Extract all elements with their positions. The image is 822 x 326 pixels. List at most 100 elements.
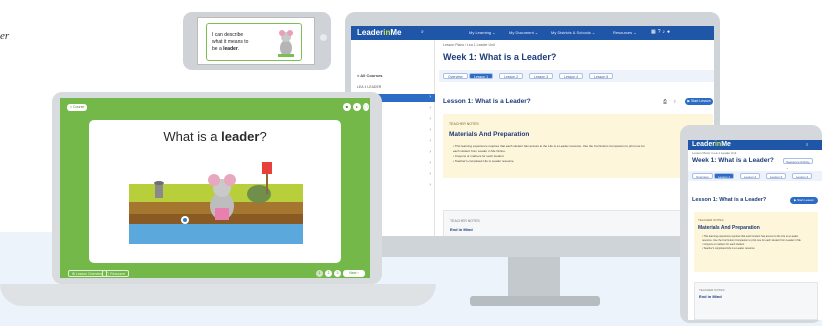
- tab-lesson2[interactable]: Lesson 2: [499, 73, 524, 79]
- monitor-screen: LeaderinMe ⌕ My Learning ⌄ My Document ⌄…: [351, 26, 714, 236]
- end-in-mind-card: TEACHER NOTES End in Mind: [443, 210, 713, 236]
- tab-lesson5[interactable]: Lesson 5: [589, 73, 614, 79]
- tab-lesson1[interactable]: Lesson 1: [469, 73, 494, 79]
- laptop-base: [0, 284, 436, 306]
- leader-in-me-logo[interactable]: LeaderinMe: [692, 141, 731, 148]
- chevron-right-icon: ›: [429, 94, 431, 100]
- teacher-notes-tag: TEACHER NOTES: [450, 219, 480, 223]
- materials-line: • This learning experience requires that…: [453, 144, 645, 148]
- phone-card-leader-word: leader: [223, 46, 238, 52]
- lesson-content: Lesson Plans / Lea 1 Leader Unit Week 1:…: [435, 40, 714, 236]
- lesson-overview-button[interactable]: ⊞ Lesson Overview: [68, 270, 107, 277]
- materials-title: Materials And Preparation: [698, 225, 760, 231]
- page-title: Week 1: What is a Leader?: [443, 52, 557, 62]
- page-indicator-2[interactable]: 2: [325, 270, 332, 277]
- nav-icons: ▦?♪●: [651, 29, 672, 35]
- chevron-right-icon: ›: [429, 138, 431, 144]
- phone-card-line3-prefix: be a: [212, 46, 224, 52]
- menu-icon[interactable]: ≡: [806, 142, 808, 147]
- end-in-mind-card: TEACHER NOTES End in Mind: [694, 282, 818, 320]
- back-to-course-button[interactable]: < Course: [67, 104, 88, 111]
- slide-title: What is a leader?: [89, 129, 341, 144]
- breadcrumb[interactable]: Lesson Plans / Lea 1 Leader Unit: [692, 151, 736, 155]
- edge-text: er: [0, 30, 10, 42]
- materials-line: • This learning experience requires that…: [702, 235, 799, 238]
- logo-me: Me: [390, 28, 402, 37]
- end-in-mind-title: End in Mind: [450, 227, 473, 232]
- tablet-lesson-tabs: Overview Lesson 1 Lesson 2 Lesson 3 Less…: [688, 171, 822, 181]
- end-in-mind-title: End in Mind: [699, 294, 722, 299]
- chevron-right-icon: ›: [429, 182, 431, 188]
- page-title: Week 1: What is a Leader?: [692, 157, 774, 164]
- monitor-device: LeaderinMe ⌕ My Learning ⌄ My Document ⌄…: [345, 12, 720, 257]
- start-lesson-button[interactable]: ▶ Start Lesson: [685, 98, 713, 105]
- laptop-screen: < Course ■ ▸ ⛶ What is a leader? ⊞ Lesso…: [60, 98, 370, 278]
- tab-lesson3[interactable]: Lesson 3: [766, 173, 787, 179]
- materials-line: resource. Use the Curriculum Companion t…: [702, 239, 801, 242]
- logo-leader: Leader: [357, 28, 384, 37]
- grid-icon[interactable]: ■: [343, 103, 351, 111]
- tab-overview[interactable]: Overview: [443, 73, 468, 79]
- share-icon[interactable]: ⇪: [673, 99, 676, 104]
- grid-icon[interactable]: ▦: [651, 29, 658, 35]
- chevron-right-icon: ›: [429, 149, 431, 155]
- chevron-right-icon: ›: [429, 171, 431, 177]
- next-button[interactable]: Next ›: [343, 270, 365, 277]
- monitor-neck: [508, 257, 560, 299]
- page-indicator-1[interactable]: 1: [316, 270, 323, 277]
- leader-mouse-illustration-icon: [129, 162, 303, 244]
- tablet-navbar: LeaderinMe ≡: [688, 140, 822, 150]
- sequence-select[interactable]: Sequence Activity ⌄: [783, 158, 813, 170]
- tab-lesson3[interactable]: Lesson 3: [529, 73, 554, 79]
- user-avatar-icon[interactable]: ●: [667, 29, 672, 35]
- monitor-foot: [470, 296, 600, 306]
- phone-home-button[interactable]: [320, 34, 327, 41]
- fullscreen-icon[interactable]: ⛶: [363, 103, 369, 111]
- nav-my-learning[interactable]: My Learning ⌄: [469, 30, 495, 35]
- nav-my-document[interactable]: My Document ⌄: [509, 30, 538, 35]
- teacher-notes-tag: TEACHER NOTES: [699, 288, 725, 292]
- nav-districts-schools[interactable]: My Districts & Schools ⌄: [551, 30, 595, 35]
- materials-title: Materials And Preparation: [449, 131, 530, 138]
- top-navbar: LeaderinMe ⌕ My Learning ⌄ My Document ⌄…: [351, 26, 714, 40]
- logo-leader: Leader: [692, 141, 715, 148]
- chevron-right-icon: ›: [429, 116, 431, 122]
- phone-card[interactable]: I can describe what it means to be a lea…: [206, 23, 302, 61]
- tab-lesson1[interactable]: Lesson 1: [714, 173, 735, 179]
- phone-card-text: I can describe what it means to be a lea…: [212, 32, 262, 53]
- tab-lesson4[interactable]: Lesson 4: [792, 173, 813, 179]
- chevron-right-icon: ›: [429, 105, 431, 111]
- tab-lesson2[interactable]: Lesson 2: [740, 173, 761, 179]
- slide-title-prefix: What is a: [163, 129, 222, 144]
- page-indicator-3[interactable]: 3: [334, 270, 341, 277]
- teacher-notes-card: TEACHER NOTES Materials And Preparation …: [443, 114, 713, 178]
- logo-me: Me: [721, 141, 731, 148]
- materials-line: • Crayons or markers for each student: [453, 154, 504, 158]
- tab-overview[interactable]: Overview: [692, 173, 713, 179]
- resource-button[interactable]: ▢ Resource: [102, 270, 130, 277]
- tab-lesson4[interactable]: Lesson 4: [559, 73, 584, 79]
- lesson-tabs: Overview Lesson 1 Lesson 2 Lesson 3 Less…: [439, 70, 714, 82]
- breadcrumb[interactable]: Lesson Plans / Lea 1 Leader Unit: [443, 43, 495, 47]
- lesson-title: Lesson 1: What is a Leader?: [692, 197, 767, 203]
- nav-resources[interactable]: Resources ⌄: [613, 30, 637, 35]
- materials-line: • Teacher's completed Life is a Leader r…: [702, 247, 755, 250]
- tablet-screen: LeaderinMe ≡ Lesson Plans / Lea 1 Leader…: [688, 140, 822, 320]
- all-courses-link[interactable]: < All Courses: [351, 73, 435, 81]
- phone-card-line1: I can describe: [212, 32, 244, 38]
- leader-in-me-logo[interactable]: LeaderinMe: [357, 28, 401, 37]
- chevron-right-icon: ›: [429, 127, 431, 133]
- phone-card-line3-suffix: .: [237, 46, 240, 52]
- slide-title-suffix: ?: [259, 129, 267, 144]
- materials-line: • Teacher's completed Life is Leader res…: [453, 159, 514, 163]
- lesson-title: Lesson 1: What is a Leader?: [443, 98, 531, 105]
- phone-screen: I can describe what it means to be a lea…: [197, 17, 315, 65]
- lesson-slide: What is a leader?: [89, 120, 341, 263]
- search-icon[interactable]: ⌕: [421, 29, 424, 35]
- marketing-stage: er I can describe what it means to be a …: [0, 0, 822, 326]
- print-icon[interactable]: ⎙: [663, 99, 667, 105]
- teacher-notes-tag: TEACHER NOTES: [449, 122, 479, 126]
- phone-card-line2: what it means to: [212, 39, 249, 45]
- play-icon[interactable]: ▸: [353, 103, 361, 111]
- start-lesson-button[interactable]: ▶ Start Lesson: [790, 197, 818, 204]
